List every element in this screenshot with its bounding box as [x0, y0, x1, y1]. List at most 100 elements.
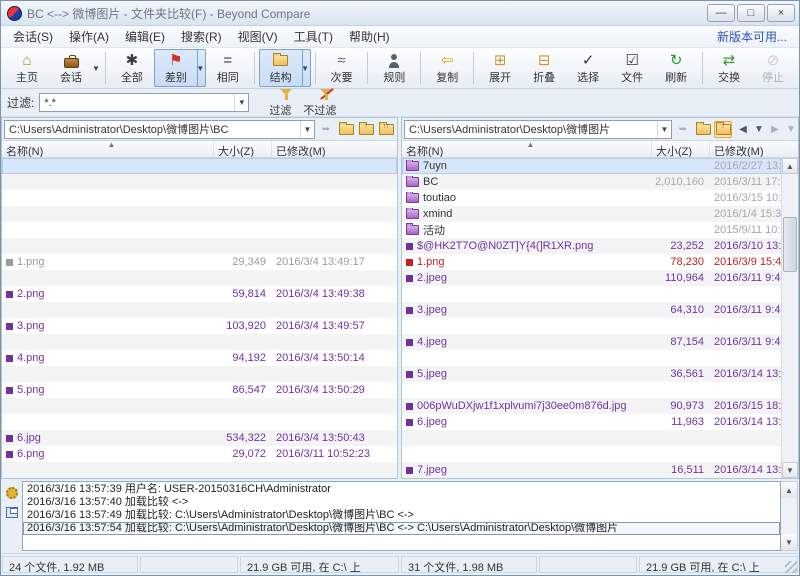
right-row-16[interactable]: 6.jpeg11,9632016/3/14 13:44:17 [402, 414, 781, 430]
scrollbar-track[interactable] [782, 174, 798, 462]
left-row-18[interactable]: 6.png29,0722016/3/11 10:52:23 [2, 446, 397, 462]
menu-工具[interactable]: 工具(T) [286, 27, 341, 47]
menu-编辑[interactable]: 编辑(E) [117, 27, 173, 47]
toolbar-diffs-button[interactable]: ⚑差别 [154, 49, 198, 87]
menu-会话[interactable]: 会话(S) [5, 27, 61, 47]
menu-帮助[interactable]: 帮助(H) [341, 27, 398, 47]
column-header-name[interactable]: 名称(N)▲ [2, 141, 214, 157]
toolbar-all-button[interactable]: ✱全部 [110, 49, 154, 87]
toolbar-refresh-button[interactable]: ↻刷新 [654, 49, 698, 87]
chevron-down-icon[interactable]: ▼ [300, 121, 314, 138]
left-row-15[interactable] [2, 398, 397, 414]
filter-button[interactable]: 过滤 [263, 87, 297, 119]
toolbar-structure-button[interactable]: 结构 [259, 49, 303, 87]
scroll-down-icon[interactable]: ▼ [781, 534, 797, 550]
toolbar-rules-button[interactable]: 规则 [372, 49, 416, 87]
toolbar-home-button[interactable]: ⌂主页 [5, 49, 49, 87]
left-row-11[interactable] [2, 334, 397, 350]
right-row-17[interactable] [402, 430, 781, 446]
right-row-6[interactable]: 1.png78,2302016/3/9 15:45:18 [402, 254, 781, 270]
log-line-0[interactable]: 2016/3/16 13:57:39 用户名: USER-20150316CH\… [23, 483, 780, 496]
column-header-size[interactable]: 大小(Z) [652, 141, 710, 157]
parent-folder-icon[interactable]: ↑ [714, 121, 732, 138]
left-row-2[interactable] [2, 190, 397, 206]
new-version-link[interactable]: 新版本可用... [717, 28, 795, 45]
log-scrollbar[interactable]: ▲ ▼ [781, 481, 798, 551]
left-row-6[interactable]: 1.png29,3492016/3/4 13:49:17 [2, 254, 397, 270]
chevron-down-icon[interactable]: ▼ [234, 94, 248, 111]
right-row-15[interactable]: 006pWuDXjw1f1xplvumi7j30ee0m876d.jpg90,9… [402, 398, 781, 414]
right-row-10[interactable] [402, 318, 781, 334]
left-row-16[interactable] [2, 414, 397, 430]
left-row-5[interactable] [2, 238, 397, 254]
title-bar[interactable]: BC <--> 微博图片 - 文件夹比较(F) - Beyond Compare… [1, 1, 799, 26]
log-line-1[interactable]: 2016/3/16 13:57:40 加载比较 <-> [23, 496, 780, 509]
toolbar-copy-button[interactable]: ⇦复制 [425, 49, 469, 87]
chevron-down-icon[interactable]: ▼ [657, 121, 671, 138]
left-row-9[interactable] [2, 302, 397, 318]
left-row-0[interactable] [2, 158, 397, 174]
column-header-name[interactable]: 名称(N)▲ [402, 141, 652, 157]
back-icon[interactable]: ◀ [734, 121, 752, 138]
menu-操作[interactable]: 操作(A) [61, 27, 117, 47]
toolbar-files-button[interactable]: ☑文件 [610, 49, 654, 87]
toolbar-expand-button[interactable]: ⊞展开 [478, 49, 522, 87]
left-row-3[interactable] [2, 206, 397, 222]
right-row-5[interactable]: $@HK2T7O@N0ZT]Y{4(]R1XR.png23,2522016/3/… [402, 238, 781, 254]
left-row-12[interactable]: 4.png94,1922016/3/4 13:50:14 [2, 350, 397, 366]
no-filter-button[interactable]: 不过滤 [297, 87, 342, 119]
column-header-modified[interactable]: 已修改(M) [272, 141, 397, 157]
right-row-19[interactable]: 7.jpeg16,5112016/3/14 13:44:19 [402, 462, 781, 478]
menu-视图[interactable]: 视图(V) [230, 27, 286, 47]
scroll-down-icon[interactable]: ▼ [782, 462, 798, 478]
scroll-up-icon[interactable]: ▲ [782, 158, 798, 174]
left-row-7[interactable] [2, 270, 397, 286]
column-header-size[interactable]: 大小(Z) [214, 141, 272, 157]
minimize-button[interactable]: — [707, 4, 735, 22]
right-row-7[interactable]: 2.jpeg110,9642016/3/11 9:45:20 [402, 270, 781, 286]
menu-搜索[interactable]: 搜索(R) [173, 27, 230, 47]
right-row-14[interactable] [402, 382, 781, 398]
right-row-12[interactable] [402, 350, 781, 366]
right-row-4[interactable]: 活动2015/9/11 10:17:36 [402, 222, 781, 238]
resize-grip[interactable] [785, 561, 797, 573]
left-row-10[interactable]: 3.png103,9202016/3/4 13:49:57 [2, 318, 397, 334]
toolbar-same-button[interactable]: =相同 [206, 49, 250, 87]
left-row-17[interactable]: 6.jpg534,3222016/3/4 13:50:43 [2, 430, 397, 446]
scrollbar-thumb[interactable] [783, 217, 797, 272]
left-row-4[interactable] [2, 222, 397, 238]
right-row-2[interactable]: toutiao2016/3/15 10:04:39 [402, 190, 781, 206]
toolbar-collapse-button[interactable]: ⊟折叠 [522, 49, 566, 87]
left-row-1[interactable] [2, 174, 397, 190]
close-button[interactable]: × [767, 4, 795, 22]
browse-folder-icon[interactable] [694, 121, 712, 138]
log-gear-icon[interactable] [6, 487, 18, 499]
up-two-levels-icon[interactable]: ↑↑ [377, 121, 395, 138]
right-row-13[interactable]: 5.jpeg36,5612016/3/14 13:44:11 [402, 366, 781, 382]
right-row-1[interactable]: BC2,010,1602016/3/11 17:00:23 [402, 174, 781, 190]
save-log-icon[interactable] [6, 507, 18, 518]
toolbar-sessions-button[interactable]: 会话 [49, 49, 93, 87]
left-row-19[interactable] [2, 462, 397, 478]
right-pane-scrollbar[interactable]: ▲▼ [781, 158, 798, 478]
right-row-18[interactable] [402, 446, 781, 462]
column-header-modified[interactable]: 已修改(M) [710, 141, 798, 157]
right-row-11[interactable]: 4.jpeg87,1542016/3/11 9:45:34 [402, 334, 781, 350]
right-path-combobox[interactable]: C:\Users\Administrator\Desktop\微博图片▼ [404, 120, 672, 139]
log-line-3[interactable]: 2016/3/16 13:57:54 加载比较: C:\Users\Admini… [23, 522, 780, 535]
filter-combobox[interactable]: *.* ▼ [39, 93, 249, 112]
left-row-8[interactable]: 2.png59,8142016/3/4 13:49:38 [2, 286, 397, 302]
scroll-up-icon[interactable]: ▲ [781, 482, 797, 498]
right-row-3[interactable]: xmind2016/1/4 15:32:39 [402, 206, 781, 222]
right-row-8[interactable] [402, 286, 781, 302]
right-row-0[interactable]: 7uyn2016/2/27 13:04:44 [402, 158, 781, 174]
back-dropdown-icon[interactable]: ▼ [754, 121, 764, 138]
left-row-14[interactable]: 5.png86,5472016/3/4 13:50:29 [2, 382, 397, 398]
browse-folder-icon[interactable] [337, 121, 355, 138]
log-line-2[interactable]: 2016/3/16 13:57:49 加载比较: C:\Users\Admini… [23, 509, 780, 522]
toolbar-select-button[interactable]: ✓选择 [566, 49, 610, 87]
left-path-combobox[interactable]: C:\Users\Administrator\Desktop\微博图片\BC▼ [4, 120, 315, 139]
toolbar-swap-button[interactable]: ⇄交换 [707, 49, 751, 87]
right-row-9[interactable]: 3.jpeg64,3102016/3/11 9:45:29 [402, 302, 781, 318]
parent-folder-icon[interactable]: ↑ [357, 121, 375, 138]
